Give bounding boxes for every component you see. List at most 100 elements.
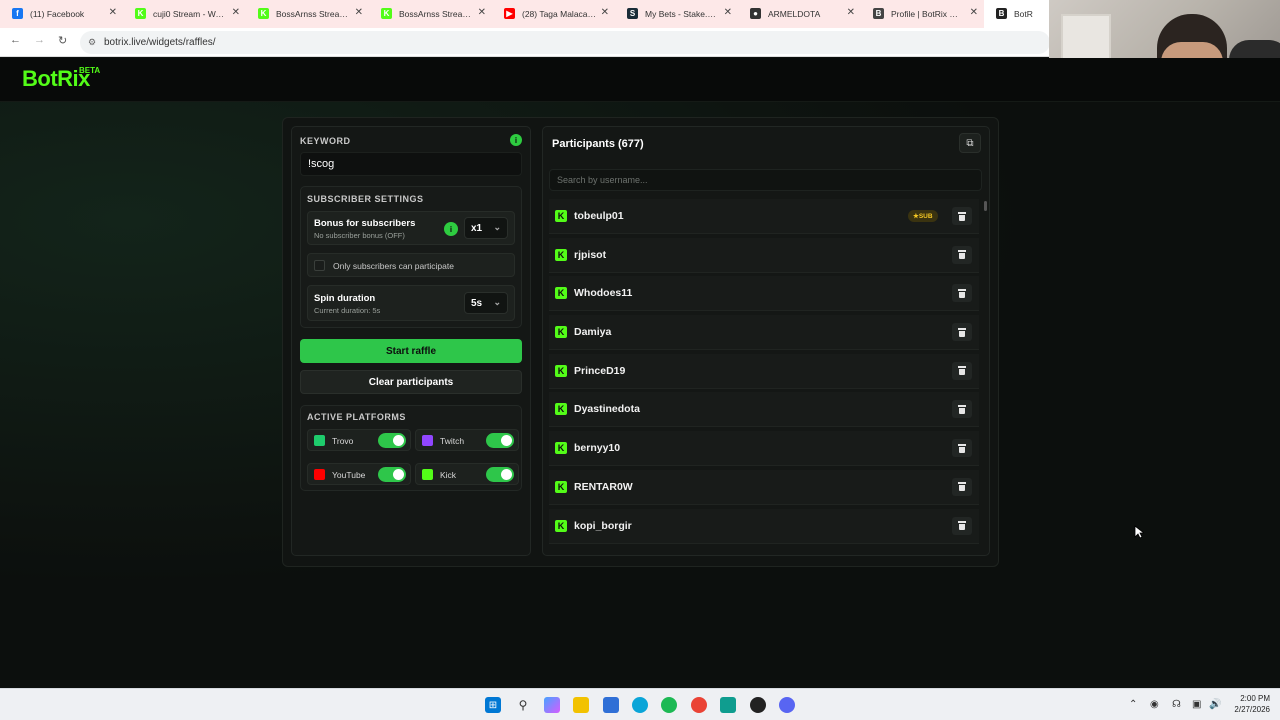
edge-icon[interactable] bbox=[632, 697, 648, 713]
platform-name: YouTube bbox=[332, 470, 366, 480]
kick-toggle[interactable] bbox=[486, 467, 514, 482]
discord-icon[interactable] bbox=[779, 697, 795, 713]
calculator-icon[interactable] bbox=[720, 697, 736, 713]
tab-close-icon[interactable]: ✕ bbox=[847, 7, 855, 18]
tab-close-icon[interactable]: ✕ bbox=[478, 7, 486, 18]
browser-tab[interactable]: K BossArnss Stream - W ✕ bbox=[246, 0, 369, 28]
browser-tab[interactable]: Kcuji0 Stream - Watch ✕ bbox=[123, 0, 246, 28]
only-subs-checkbox[interactable] bbox=[314, 260, 325, 271]
trash-icon bbox=[958, 211, 966, 221]
participant-username: bernyy10 bbox=[574, 442, 621, 455]
clock-date: 2/27/2026 bbox=[1234, 705, 1270, 714]
trovo-toggle[interactable] bbox=[378, 433, 406, 448]
tab-favicon-icon: f bbox=[12, 8, 23, 19]
twitch-toggle[interactable] bbox=[486, 433, 514, 448]
mouse-cursor-icon bbox=[1134, 525, 1144, 539]
tab-close-icon[interactable]: ✕ bbox=[601, 7, 609, 18]
browser-tab[interactable]: B Profile | BotRix — Cli ✕ bbox=[861, 0, 984, 28]
obs-icon[interactable] bbox=[750, 697, 766, 713]
remove-participant-button[interactable] bbox=[952, 361, 972, 380]
participant-row: Ktobeulp01 ★ SUB bbox=[549, 199, 979, 234]
participant-row: K Dyastinedota bbox=[549, 392, 979, 428]
bonus-info-icon[interactable]: i bbox=[444, 222, 458, 236]
remove-participant-button[interactable] bbox=[952, 207, 972, 225]
url-field[interactable]: ⚙ botrix.live/widgets/raffles/ bbox=[80, 31, 1050, 54]
file-explorer-icon[interactable] bbox=[573, 697, 589, 713]
microphone-icon[interactable]: ☊ bbox=[1172, 699, 1181, 710]
beta-badge: BETA bbox=[79, 66, 101, 75]
tab-close-icon[interactable]: ✕ bbox=[724, 7, 732, 18]
participant-username: RENTAR0W bbox=[574, 480, 633, 493]
tab-label: (28) Taga Malacañang bbox=[522, 9, 597, 19]
tray-app-icon[interactable]: ◉ bbox=[1150, 699, 1159, 710]
keyword-info-icon[interactable]: i bbox=[510, 134, 522, 146]
store-icon[interactable] bbox=[603, 697, 619, 713]
browser-tab[interactable]: K BossArnss Stream - W ✕ bbox=[369, 0, 492, 28]
participant-search-input[interactable] bbox=[549, 169, 982, 191]
remove-participant-button[interactable] bbox=[952, 245, 972, 264]
spotify-icon[interactable] bbox=[661, 697, 677, 713]
participant-row: K RENTAR0W bbox=[549, 469, 979, 505]
volume-icon[interactable]: 🔊 bbox=[1209, 699, 1221, 710]
search-icon[interactable]: ⚲ bbox=[515, 697, 531, 713]
participant-username: Damiya bbox=[574, 326, 612, 339]
chrome-icon[interactable] bbox=[691, 697, 707, 713]
platform-name: Kick bbox=[440, 470, 457, 480]
participant-username: kopi_borgir bbox=[574, 519, 632, 532]
bonus-subtitle: No subscriber bonus (OFF) bbox=[314, 231, 405, 240]
subscriber-settings-title: SUBSCRIBER SETTINGS bbox=[307, 194, 424, 204]
start-raffle-button[interactable]: Start raffle bbox=[300, 339, 522, 363]
chevron-down-icon: ⌄ bbox=[493, 222, 501, 232]
browser-tab[interactable]: ● ARMELDOTA ✕ bbox=[738, 0, 861, 28]
browser-tab[interactable]: ▶ (28) Taga Malacañang ✕ bbox=[492, 0, 615, 28]
twitch-icon bbox=[422, 435, 433, 446]
remove-participant-button[interactable] bbox=[952, 439, 972, 458]
browser-tab[interactable]: S My Bets - Stake.com ✕ bbox=[615, 0, 738, 28]
app-header: BotRix BETA bbox=[0, 58, 1280, 102]
tab-favicon-icon: K bbox=[258, 8, 269, 19]
copilot-icon[interactable] bbox=[544, 697, 560, 713]
bonus-title: Bonus for subscribers bbox=[314, 218, 416, 229]
participant-username: rjpisot bbox=[574, 248, 607, 261]
spin-duration-value: 5s bbox=[471, 297, 483, 309]
tab-close-icon[interactable]: ✕ bbox=[970, 7, 978, 18]
taskbar-clock[interactable]: 2:00 PM 2/27/2026 bbox=[1226, 693, 1270, 715]
participant-row: K Whodoes11 bbox=[549, 276, 979, 312]
url-text: botrix.live/widgets/raffles/ bbox=[104, 37, 216, 48]
participant-list-scrollbar[interactable] bbox=[983, 197, 988, 555]
remove-participant-button[interactable] bbox=[952, 323, 972, 342]
kick-icon bbox=[422, 469, 433, 480]
tab-close-icon[interactable]: ✕ bbox=[355, 7, 363, 18]
browser-tab[interactable]: f (11) Facebook ✕ bbox=[0, 0, 123, 28]
spin-duration-subtitle: Current duration: 5s bbox=[314, 306, 381, 315]
tray-chevron-icon[interactable]: ⌃ bbox=[1129, 699, 1137, 710]
kick-icon: K bbox=[555, 480, 567, 493]
trash-icon bbox=[958, 521, 966, 530]
forward-icon[interactable]: → bbox=[34, 34, 45, 46]
bonus-multiplier-select[interactable]: x1 ⌄ bbox=[464, 217, 508, 239]
back-icon[interactable]: ← bbox=[10, 34, 21, 46]
remove-participant-button[interactable] bbox=[952, 516, 972, 535]
sub-badge: ★ SUB bbox=[908, 210, 938, 222]
tab-label: Profile | BotRix — Cli bbox=[891, 9, 966, 19]
remove-participant-button[interactable] bbox=[952, 400, 972, 419]
clear-participants-button[interactable]: Clear participants bbox=[300, 370, 522, 394]
start-menu-icon[interactable]: ⊞ bbox=[485, 697, 501, 713]
remove-participant-button[interactable] bbox=[952, 284, 972, 303]
trash-icon bbox=[958, 288, 966, 298]
tab-close-icon[interactable]: ✕ bbox=[232, 7, 240, 18]
remove-participant-button[interactable] bbox=[952, 477, 972, 496]
participant-row: Kbernyy10 bbox=[549, 431, 979, 467]
tab-close-icon[interactable]: ✕ bbox=[109, 7, 117, 18]
toggle-knob bbox=[393, 435, 404, 446]
network-icon[interactable]: ▣ bbox=[1192, 699, 1201, 710]
copy-icon[interactable]: ⧉ bbox=[959, 133, 981, 153]
keyword-input[interactable] bbox=[300, 152, 522, 176]
spin-duration-select[interactable]: 5s ⌄ bbox=[464, 292, 508, 314]
scrollbar-thumb[interactable] bbox=[984, 201, 987, 211]
youtube-toggle[interactable] bbox=[378, 467, 406, 482]
site-info-icon[interactable]: ⚙ bbox=[88, 37, 96, 48]
trash-icon bbox=[958, 482, 966, 492]
reload-icon[interactable]: ↻ bbox=[58, 34, 67, 47]
trash-icon bbox=[958, 443, 966, 453]
